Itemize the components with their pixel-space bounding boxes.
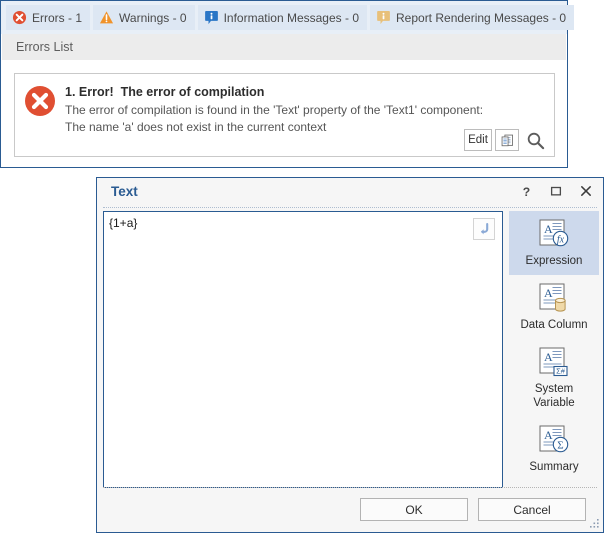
tab-errors-label: Errors - 1 (32, 10, 83, 25)
magnifier-search-icon (527, 132, 544, 149)
maximize-button[interactable] (547, 182, 565, 200)
error-detail-line-1: The error of compilation is found in the… (65, 103, 484, 117)
system-variable-icon: A Σ# (539, 347, 568, 377)
svg-text:fx: fx (557, 235, 565, 246)
close-icon (581, 186, 591, 196)
dialog-body: {1+a} A fx Expression A Data Column A Σ#… (97, 208, 603, 488)
expression-text-editor[interactable]: {1+a} (103, 211, 503, 488)
svg-text:?: ? (522, 184, 529, 198)
errors-list-title: Errors List (16, 40, 73, 54)
info-bubble-orange-icon (377, 10, 390, 25)
tool-system-variable[interactable]: A Σ# System Variable (509, 339, 599, 416)
errors-list-header: Errors List (2, 34, 566, 60)
tab-information-messages[interactable]: Information Messages - 0 (197, 5, 367, 30)
word-wrap-arrow-icon (481, 222, 489, 235)
svg-text:Σ#: Σ# (556, 367, 566, 376)
error-detail-line-2: The name 'a' does not exist in the curre… (65, 120, 327, 134)
svg-text:A: A (544, 350, 553, 364)
summary-sigma-icon: A Σ (539, 425, 569, 453)
tab-information-messages-label: Information Messages - 0 (223, 10, 359, 25)
question-mark-icon: ? (522, 184, 529, 198)
insert-tools-panel: A fx Expression A Data Column A Σ# Syste… (509, 211, 599, 488)
app-root: Errors - 1 Warnings - 0 Information Mess… (0, 0, 610, 535)
svg-text:A: A (544, 222, 553, 236)
error-list-item[interactable]: 1. Error! The error of compilation The e… (14, 73, 555, 157)
message-tabstrip: Errors - 1 Warnings - 0 Information Mess… (1, 1, 575, 34)
resize-grip[interactable] (589, 518, 600, 529)
error-title: 1. Error! The error of compilation (65, 85, 265, 99)
maximize-icon (550, 186, 562, 196)
edit-button[interactable]: Edit (464, 129, 492, 151)
cancel-button[interactable]: Cancel (478, 498, 586, 521)
error-circle-icon (12, 10, 27, 25)
tool-summary[interactable]: A Σ Summary (509, 417, 599, 481)
cancel-button-label: Cancel (513, 502, 551, 517)
tool-expression[interactable]: A fx Expression (509, 211, 599, 276)
warning-triangle-icon (99, 11, 114, 24)
tab-warnings[interactable]: Warnings - 0 (93, 5, 195, 30)
tool-expression-label: Expression (525, 255, 583, 267)
word-wrap-toggle[interactable] (473, 218, 495, 240)
tool-system-variable-label: System Variable (533, 383, 575, 409)
tool-data-column-label: Data Column (520, 319, 588, 332)
close-button[interactable] (577, 182, 595, 200)
copy-document-icon (501, 134, 513, 146)
tab-report-rendering-messages[interactable]: Report Rendering Messages - 0 (370, 5, 575, 30)
text-dialog: Text ? {1+a} A fx Expression A Data Colu… (96, 177, 604, 533)
tool-data-column[interactable]: A Data Column (509, 275, 599, 339)
dialog-system-buttons: ? (517, 182, 595, 200)
copy-button[interactable] (495, 129, 519, 151)
tool-summary-label: Summary (529, 460, 579, 473)
ok-button-label: OK (405, 502, 423, 517)
error-actions: Edit (464, 129, 548, 151)
svg-text:A: A (544, 428, 553, 442)
errors-panel: Errors - 1 Warnings - 0 Information Mess… (0, 0, 575, 168)
svg-text:Σ: Σ (557, 439, 563, 451)
dialog-footer: OK Cancel (97, 489, 603, 532)
info-bubble-blue-icon (204, 10, 218, 25)
edit-button-label: Edit (468, 134, 488, 146)
tab-errors[interactable]: Errors - 1 (6, 5, 91, 30)
data-column-database-icon: A (539, 283, 566, 312)
tab-report-rendering-messages-label: Report Rendering Messages - 0 (396, 10, 567, 25)
expression-fx-icon: A fx (539, 219, 569, 247)
svg-text:A: A (544, 286, 553, 300)
ok-button[interactable]: OK (360, 498, 468, 521)
tab-warnings-label: Warnings - 0 (119, 10, 187, 25)
expression-text-value: {1+a} (109, 216, 138, 230)
find-button[interactable] (522, 129, 548, 151)
dialog-title: Text (111, 184, 138, 199)
help-button[interactable]: ? (517, 182, 535, 200)
error-circle-icon (25, 86, 55, 116)
dialog-titlebar[interactable]: Text ? (97, 178, 603, 207)
